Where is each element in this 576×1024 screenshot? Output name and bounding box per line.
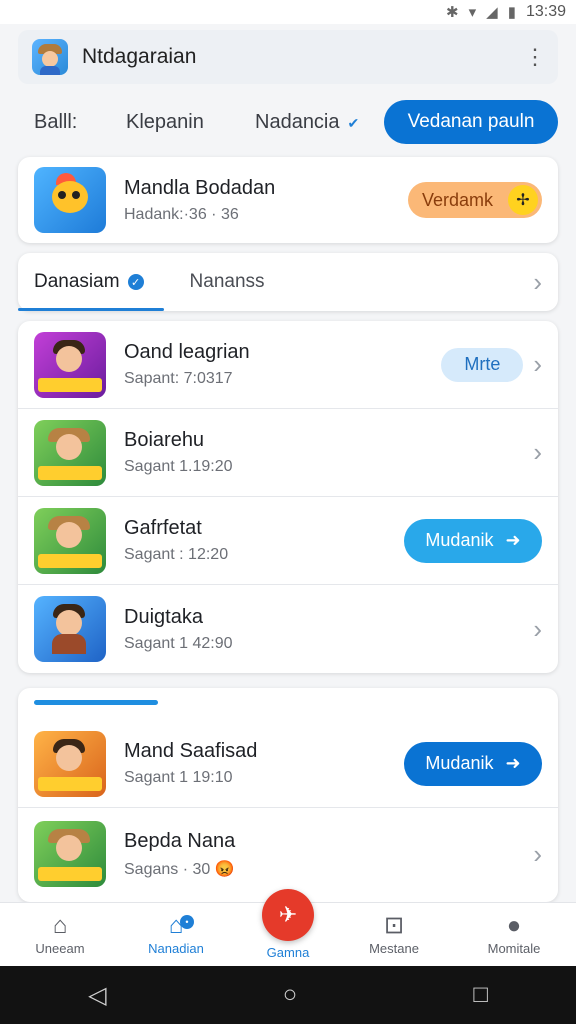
game-thumbnail: [34, 730, 106, 797]
list-item[interactable]: Oand leagrian Sapant: 7:0317 Mrte ›: [18, 321, 558, 409]
arrow-right-icon: ➜: [505, 530, 521, 550]
home-circle-icon[interactable]: ○: [283, 981, 298, 1009]
notification-badge: •: [180, 915, 194, 929]
secondary-list: Mand Saafisad Sagant 1 19:10 Mudanik ➜ B…: [18, 688, 558, 902]
section-progress-bar: [34, 700, 158, 705]
featured-action-button[interactable]: Verdamk ✢: [408, 182, 542, 218]
gamepad-icon: ⊡: [383, 912, 405, 939]
back-icon[interactable]: ◁: [88, 981, 106, 1010]
emoji-icon: 😡: [214, 860, 235, 878]
item-subtitle-text: Sagans · 30: [124, 860, 211, 878]
item-action-button[interactable]: Mrte: [441, 347, 524, 382]
avatar[interactable]: [32, 39, 68, 75]
item-title: Bepda Nana: [124, 829, 236, 852]
controller-icon: ✈: [278, 902, 298, 927]
game-fab-button[interactable]: ✈: [262, 889, 314, 941]
item-action-button[interactable]: Mudanik ➜: [404, 518, 542, 563]
tab-danasiam[interactable]: Danasiam ✓: [18, 253, 164, 311]
profile-icon: ●: [506, 912, 522, 939]
item-title: Boiarehu: [124, 429, 205, 451]
item-title: Duigtaka: [124, 605, 203, 628]
arrow-right-icon: ➜: [505, 753, 521, 773]
chevron-right-icon[interactable]: ›: [533, 267, 542, 298]
chevron-right-icon[interactable]: ›: [533, 614, 542, 645]
nav-home[interactable]: ⌂ Uneeam: [12, 911, 108, 956]
game-thumbnail: [34, 507, 106, 574]
featured-action-label: Verdamk: [422, 189, 494, 210]
list-item[interactable]: Mand Saafisad Sagant 1 19:10 Mudanik ➜: [18, 720, 558, 808]
item-action-label: Mudanik: [425, 530, 494, 550]
game-list: Oand leagrian Sapant: 7:0317 Mrte › Boia…: [18, 321, 558, 673]
item-subtitle: Sagant 1.19:20: [124, 458, 233, 475]
game-thumbnail: [34, 167, 106, 233]
game-thumbnail: [34, 596, 106, 662]
verified-icon: ✓: [127, 274, 144, 290]
item-subtitle: Sagans · 30 😡: [124, 859, 523, 879]
bluetooth-icon: ✱: [446, 4, 459, 21]
nav-profile[interactable]: ● Momitale: [466, 911, 562, 956]
nav-profile-label: Momitale: [487, 941, 541, 956]
tab-danasiam-label: Danasiam: [34, 271, 120, 292]
item-subtitle: Sagant : 12:20: [124, 546, 229, 563]
nav-nanadian[interactable]: ⌂ • Nanadian: [128, 911, 224, 956]
filter-bar: Balll: Klepanin Nadancia ✔ Vedanan pauln: [0, 98, 576, 146]
page-title: Ntdagaraian: [82, 45, 197, 68]
nav-nanadian-label: Nanadian: [148, 941, 204, 956]
chevron-right-icon[interactable]: ›: [533, 437, 542, 468]
list-item[interactable]: Boiarehu Sagant 1.19:20 ›: [18, 409, 558, 497]
battery-icon: ▮: [507, 4, 516, 21]
filter-nadancia[interactable]: Nadancia ✔: [255, 111, 359, 134]
nav-home-label: Uneeam: [35, 941, 85, 956]
tab-nananss[interactable]: Nananss: [190, 253, 265, 311]
item-subtitle: Sapant: 7:0317: [124, 370, 233, 387]
featured-card[interactable]: Mandla Bodadan Hadank:·36 · 36 Verdamk ✢: [18, 157, 558, 243]
item-title: Mand Saafisad: [124, 740, 258, 762]
wifi-icon: ▾: [468, 4, 477, 21]
tab-bar: Danasiam ✓ Nananss ›: [18, 253, 558, 311]
check-icon: ✔: [347, 114, 360, 131]
fan-icon: ✢: [508, 185, 538, 215]
list-item[interactable]: Bepda Nana Sagans · 30 😡 ›: [18, 810, 558, 898]
list-item[interactable]: Duigtaka Sagant 1 42:90 ›: [18, 585, 558, 673]
game-thumbnail: [34, 419, 106, 486]
app-header: Ntdagaraian ⋮: [18, 30, 558, 84]
home-icon: ⌂: [52, 912, 68, 939]
featured-title: Mandla Bodadan: [124, 176, 276, 199]
recents-icon[interactable]: □: [473, 981, 488, 1009]
status-time: 13:39: [525, 3, 566, 20]
item-title: Gafrfetat: [124, 517, 202, 539]
item-subtitle: Sagant 1 42:90: [124, 634, 233, 652]
filter-nadancia-label: Nadancia: [255, 110, 340, 133]
filter-ball[interactable]: Balll:: [34, 111, 77, 134]
more-options-icon[interactable]: ⋮: [524, 44, 546, 70]
nav-gamna-label: Gamna: [266, 945, 310, 960]
item-action-label: Mudanik: [425, 753, 494, 773]
game-thumbnail: [34, 821, 106, 887]
system-nav-bar: ◁ ○ □: [0, 966, 576, 1024]
item-title: Oand leagrian: [124, 341, 250, 363]
filter-klepanin[interactable]: Klepanin: [126, 111, 204, 134]
tab-underline: [18, 308, 164, 311]
chevron-right-icon[interactable]: ›: [533, 839, 542, 870]
nav-mestane[interactable]: ⊡ Mestane: [346, 911, 442, 956]
primary-action-button[interactable]: Vedanan pauln: [384, 100, 558, 144]
chevron-right-icon[interactable]: ›: [533, 349, 542, 380]
status-bar: ✱ ▾ ◢ ▮ 13:39: [0, 0, 576, 24]
item-subtitle: Sagant 1 19:10: [124, 769, 233, 786]
game-thumbnail: [34, 331, 106, 398]
item-action-button[interactable]: Mudanik ➜: [404, 741, 542, 786]
bottom-nav: ⌂ Uneeam ⌂ • Nanadian ✈ Gamna ⊡ Mestane …: [0, 889, 576, 966]
signal-icon: ◢: [486, 4, 498, 21]
list-item[interactable]: Gafrfetat Sagant : 12:20 Mudanik ➜: [18, 497, 558, 585]
featured-subtitle: Hadank:·36 · 36: [124, 205, 239, 223]
nav-mestane-label: Mestane: [369, 941, 419, 956]
